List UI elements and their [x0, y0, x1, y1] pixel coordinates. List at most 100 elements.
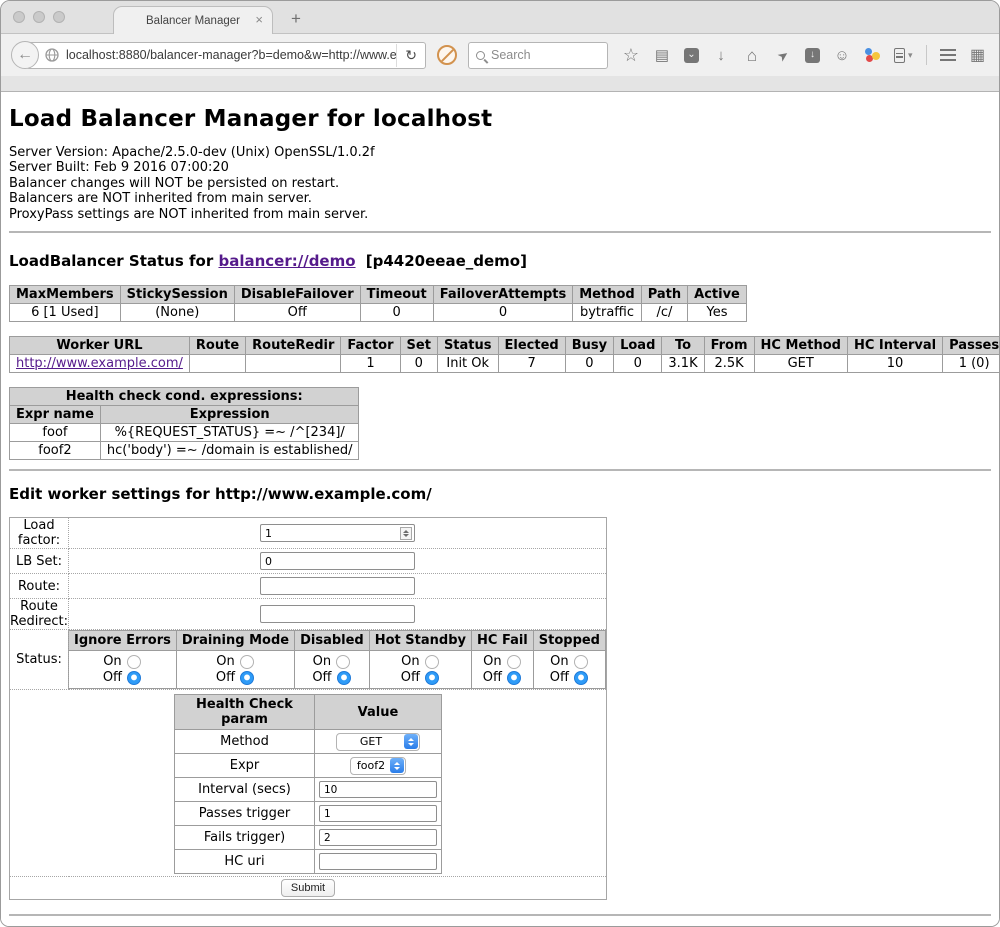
worker-url-link[interactable]: http://www.example.com/: [16, 356, 183, 371]
col-stopped: Stopped: [533, 631, 605, 651]
expr-table-title: Health check cond. expressions:: [10, 388, 359, 406]
search-input[interactable]: Search: [491, 48, 531, 62]
menu-hamburger-icon[interactable]: [940, 49, 956, 61]
hc-fail-off-radio[interactable]: [507, 671, 521, 685]
content-blocked-icon[interactable]: [437, 45, 457, 65]
col-active: Active: [688, 286, 747, 304]
hc-uri-input[interactable]: [319, 853, 437, 870]
balancer-status-table: MaxMembers StickySession DisableFailover…: [9, 285, 747, 322]
load-factor-input[interactable]: [260, 524, 415, 542]
route-input[interactable]: [260, 577, 415, 595]
chat-smiley-icon[interactable]: ☺: [833, 48, 851, 63]
health-check-expr-table: Health check cond. expressions: Expr nam…: [9, 387, 359, 460]
new-tab-button[interactable]: +: [291, 9, 301, 29]
server-info: Server Version: Apache/2.5.0-dev (Unix) …: [9, 145, 991, 222]
close-window-button[interactable]: [13, 11, 25, 23]
col-worker-url: Worker URL: [10, 337, 190, 355]
send-tab-icon[interactable]: ➤: [771, 44, 794, 67]
reading-list-icon[interactable]: ▤: [653, 48, 671, 63]
heading-suffix: [p4420eeae_demo]: [366, 252, 527, 270]
hot-standby-on-radio[interactable]: [425, 655, 439, 669]
divider: [9, 469, 991, 471]
table-title-row: Health check cond. expressions:: [10, 388, 359, 406]
save-page-icon[interactable]: ↓: [805, 48, 820, 63]
navigation-toolbar: ← localhost:8880/balancer-manager?b=demo…: [1, 34, 999, 76]
load-factor-label: Load factor:: [10, 518, 69, 549]
col-hot-standby: Hot Standby: [369, 631, 471, 651]
col-maxmembers: MaxMembers: [10, 286, 121, 304]
worker-status-table: Worker URL Route RouteRedir Factor Set S…: [9, 336, 999, 373]
page-title: Load Balancer Manager for localhost: [9, 106, 991, 132]
downloads-icon[interactable]: ↓: [712, 48, 730, 63]
expr-select[interactable]: foof2: [350, 757, 406, 775]
back-button[interactable]: ←: [11, 41, 39, 69]
pocket-icon[interactable]: ⌄: [684, 48, 699, 63]
edit-worker-form: Load factor: LB Set: Route: Route Redire…: [9, 517, 607, 900]
table-header-row: Worker URL Route RouteRedir Factor Set S…: [10, 337, 1000, 355]
edit-worker-heading: Edit worker settings for http://www.exam…: [9, 485, 991, 503]
tab-close-icon[interactable]: ×: [255, 13, 263, 26]
url-bar[interactable]: localhost:8880/balancer-manager?b=demo&w…: [26, 42, 426, 69]
interval-input[interactable]: [319, 781, 437, 798]
form-row-health-check: Health Check param Value Method GET: [10, 690, 607, 877]
fails-trigger-input[interactable]: [319, 829, 437, 846]
radio-row: On Off On Off On Off: [69, 651, 606, 689]
proxypass-note-line: ProxyPass settings are NOT inherited fro…: [9, 207, 991, 222]
stopped-on-radio[interactable]: [574, 655, 588, 669]
stopped-off-radio[interactable]: [574, 671, 588, 685]
reload-button[interactable]: ↻: [396, 44, 425, 67]
bookmark-star-icon[interactable]: ☆: [622, 48, 640, 63]
tab-bar: Balancer Manager × +: [1, 1, 999, 34]
status-label: Status:: [10, 630, 69, 690]
minimize-window-button[interactable]: [33, 11, 45, 23]
heading-prefix: LoadBalancer Status for: [9, 252, 213, 270]
home-icon[interactable]: ⌂: [743, 48, 761, 63]
col-method: Method: [573, 286, 641, 304]
table-row: foof2 hc('body') =~ /domain is establish…: [10, 442, 359, 460]
hc-row-fails: Fails trigger): [175, 826, 442, 850]
draining-mode-off-radio[interactable]: [240, 671, 254, 685]
form-row-load-factor: Load factor:: [10, 518, 607, 549]
draining-mode-on-radio[interactable]: [240, 655, 254, 669]
col-disabled: Disabled: [295, 631, 370, 651]
disabled-off-radio[interactable]: [337, 671, 351, 685]
route-redirect-input[interactable]: [260, 605, 415, 623]
blue-dot: [865, 48, 872, 55]
table-header-row: Expr name Expression: [10, 406, 359, 424]
url-input[interactable]: localhost:8880/balancer-manager?b=demo&w…: [66, 48, 396, 62]
inherit-note-line: Balancers are NOT inherited from main se…: [9, 191, 991, 206]
submit-button[interactable]: Submit: [281, 879, 335, 897]
col-hc-fail: HC Fail: [472, 631, 534, 651]
ignore-errors-off-radio[interactable]: [127, 671, 141, 685]
container-menu-button[interactable]: ▾: [894, 48, 913, 63]
balancer-demo-link[interactable]: balancer://demo: [218, 252, 355, 270]
ignore-errors-on-radio[interactable]: [127, 655, 141, 669]
hc-fail-on-radio[interactable]: [507, 655, 521, 669]
select-stepper-icon: [390, 758, 404, 773]
number-spinner[interactable]: [400, 527, 412, 540]
col-failoverattempts: FailoverAttempts: [433, 286, 573, 304]
table-row: 6 [1 Used] (None) Off 0 0 bytraffic /c/ …: [10, 304, 747, 322]
passes-trigger-input[interactable]: [319, 805, 437, 822]
col-path: Path: [641, 286, 687, 304]
hot-standby-off-radio[interactable]: [425, 671, 439, 685]
table-header-row: Health Check param Value: [175, 695, 442, 730]
disabled-on-radio[interactable]: [336, 655, 350, 669]
tiles-grid-icon[interactable]: ▦: [969, 48, 987, 63]
col-hc-param: Health Check param: [175, 695, 315, 730]
lb-set-input[interactable]: [260, 552, 415, 570]
server-version-line: Server Version: Apache/2.5.0-dev (Unix) …: [9, 145, 991, 160]
hc-row-method: Method GET: [175, 730, 442, 754]
col-draining-mode: Draining Mode: [176, 631, 294, 651]
zoom-window-button[interactable]: [53, 11, 65, 23]
persist-note-line: Balancer changes will NOT be persisted o…: [9, 176, 991, 191]
tab-balancer-manager[interactable]: Balancer Manager ×: [113, 6, 273, 34]
form-row-lb-set: LB Set:: [10, 549, 607, 574]
select-stepper-icon: [404, 734, 418, 749]
container-icon: [894, 48, 905, 63]
method-select[interactable]: GET: [336, 733, 420, 751]
chevron-down-icon: ▾: [908, 50, 913, 61]
extension-dots-icon[interactable]: [864, 47, 881, 63]
tab-title: Balancer Manager: [146, 15, 240, 27]
search-bar[interactable]: Search: [468, 42, 608, 69]
